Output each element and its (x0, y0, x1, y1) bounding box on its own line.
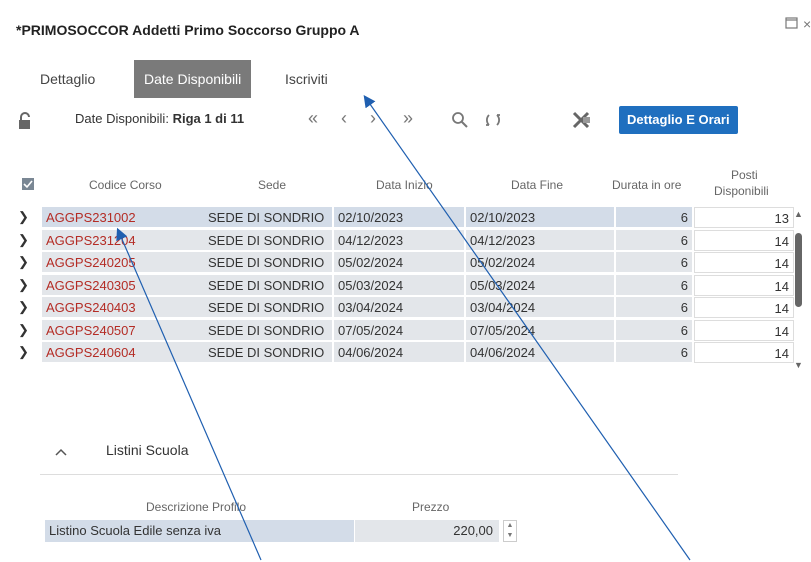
arrow-to-code (116, 227, 262, 561)
annotation-arrows (116, 95, 691, 561)
arrow-to-iscriviti-tab (363, 95, 691, 561)
